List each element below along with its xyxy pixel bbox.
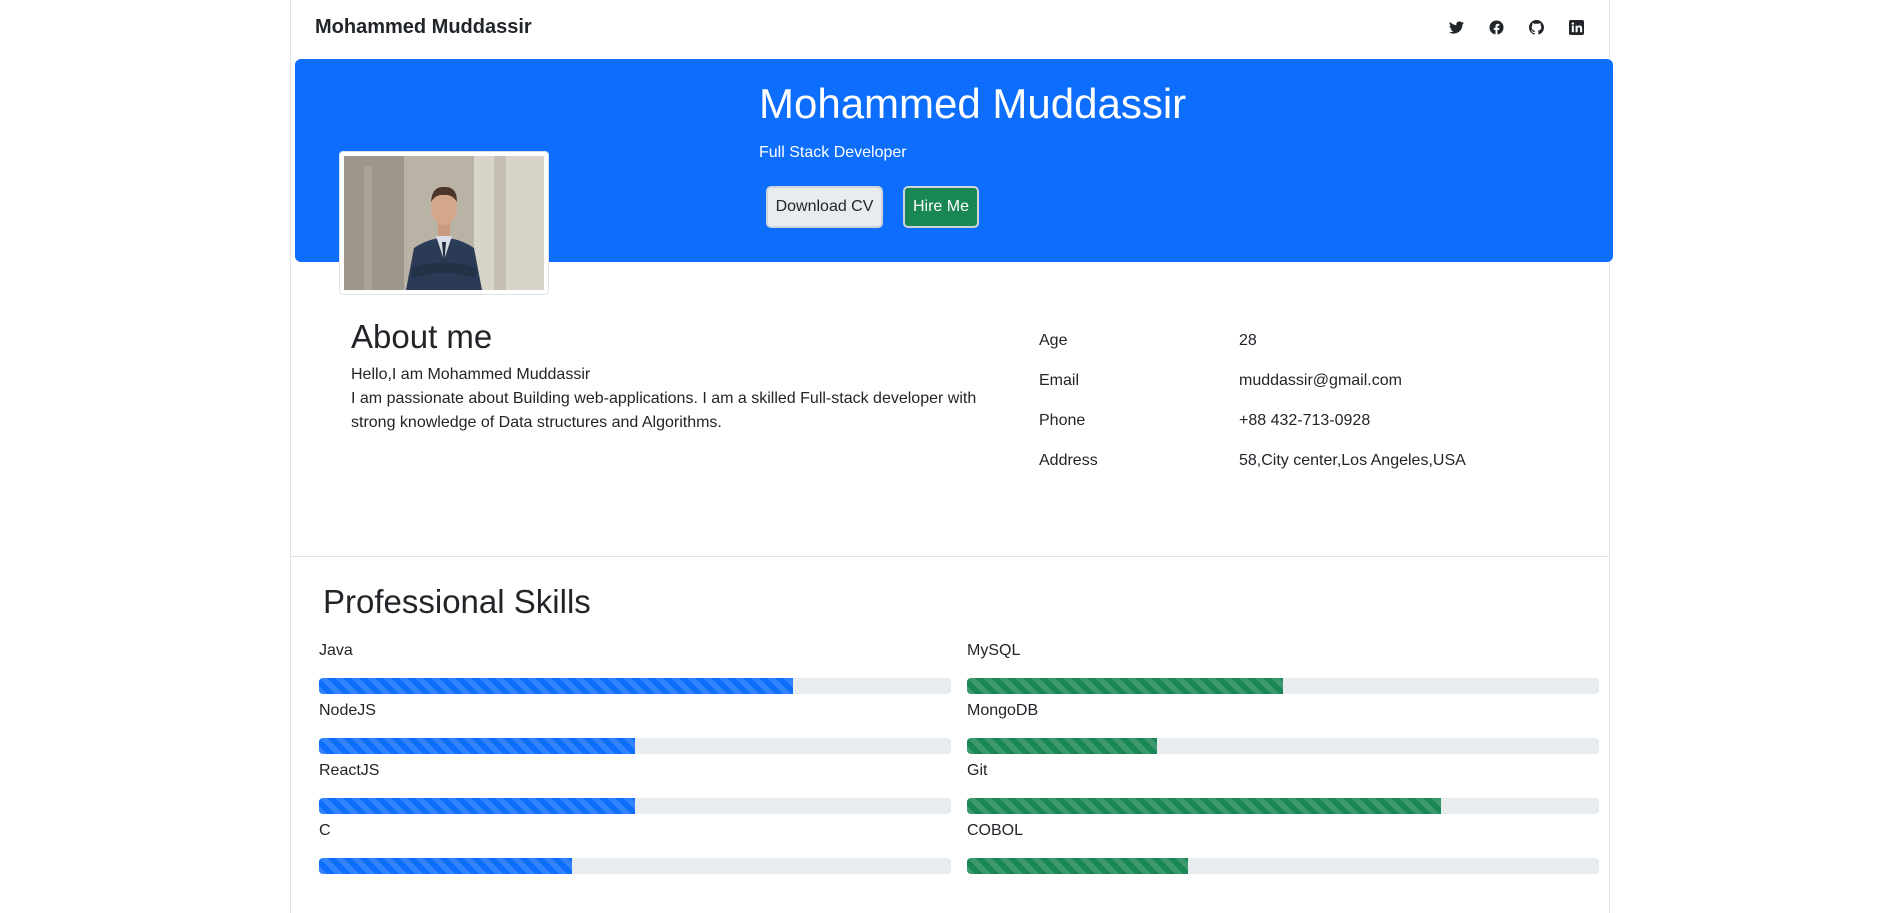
- profile-photo-image: [344, 156, 544, 290]
- info-value: 58,City center,Los Angeles,USA: [1239, 452, 1466, 469]
- github-icon[interactable]: [1527, 18, 1545, 36]
- navbar-brand[interactable]: Mohammed Muddassir: [315, 16, 532, 39]
- info-row-address: Address 58,City center,Los Angeles,USA: [1039, 452, 1579, 492]
- linkedin-icon[interactable]: [1567, 18, 1585, 36]
- skill-item: NodeJS: [319, 702, 951, 762]
- skill-progress-bar: [319, 738, 951, 754]
- skill-progress-bar: [967, 798, 1599, 814]
- twitter-icon[interactable]: [1447, 18, 1465, 36]
- skill-name: ReactJS: [319, 762, 380, 779]
- info-value: muddassir@gmail.com: [1239, 372, 1402, 389]
- skills-right-column: MySQL MongoDB Git COBOL: [967, 642, 1599, 882]
- personal-info: Age 28 Email muddassir@gmail.com Phone +…: [1039, 332, 1579, 492]
- skill-item: Git: [967, 762, 1599, 822]
- info-row-email: Email muddassir@gmail.com: [1039, 372, 1579, 412]
- info-row-phone: Phone +88 432-713-0928: [1039, 412, 1579, 452]
- skill-item: ReactJS: [319, 762, 951, 822]
- skills-title: Professional Skills: [323, 583, 591, 620]
- skill-name: Java: [319, 642, 353, 659]
- skill-name: NodeJS: [319, 702, 376, 719]
- hire-me-button[interactable]: Hire Me: [903, 186, 979, 228]
- skill-name: C: [319, 822, 331, 839]
- skill-progress-fill: [967, 678, 1283, 694]
- skill-item: MongoDB: [967, 702, 1599, 762]
- skill-name: Git: [967, 762, 988, 779]
- about-text: Hello,I am Mohammed Muddassir I am passi…: [351, 363, 991, 435]
- profile-photo: [339, 151, 549, 295]
- skill-progress-bar: [967, 678, 1599, 694]
- skill-progress-fill: [319, 738, 635, 754]
- skill-item: Java: [319, 642, 951, 702]
- skill-progress-fill: [967, 798, 1441, 814]
- info-row-age: Age 28: [1039, 332, 1579, 372]
- about-bio: I am passionate about Building web-appli…: [351, 390, 977, 431]
- skills-left-column: Java NodeJS ReactJS C: [319, 642, 951, 882]
- section-divider: [291, 556, 1609, 557]
- skill-progress-bar: [967, 858, 1599, 874]
- hero-name: Mohammed Muddassir: [759, 80, 1187, 127]
- skill-item: C: [319, 822, 951, 882]
- page-container: Mohammed Muddassir Mohammed Muddassir Fu…: [290, 0, 1613, 913]
- hero-banner: Mohammed Muddassir Full Stack Developer …: [295, 59, 1613, 295]
- about-greeting: Hello,I am Mohammed Muddassir: [351, 366, 591, 383]
- hero-role: Full Stack Developer: [759, 144, 907, 161]
- info-label: Phone: [1039, 412, 1086, 429]
- navbar: Mohammed Muddassir: [291, 0, 1609, 58]
- skill-progress-fill: [319, 858, 572, 874]
- info-value: 28: [1239, 332, 1257, 349]
- info-label: Email: [1039, 372, 1080, 389]
- skill-progress-fill: [967, 738, 1157, 754]
- info-label: Age: [1039, 332, 1068, 349]
- skill-name: MongoDB: [967, 702, 1039, 719]
- download-cv-button[interactable]: Download CV: [766, 186, 883, 228]
- skill-progress-bar: [319, 798, 951, 814]
- skill-progress-bar: [319, 858, 951, 874]
- skill-progress-fill: [967, 858, 1189, 874]
- info-value: +88 432-713-0928: [1239, 412, 1371, 429]
- skill-name: MySQL: [967, 642, 1021, 659]
- skill-progress-fill: [319, 678, 793, 694]
- skill-item: MySQL: [967, 642, 1599, 702]
- skill-item: COBOL: [967, 822, 1599, 882]
- social-links: [1447, 18, 1585, 36]
- skill-name: COBOL: [967, 822, 1024, 839]
- info-label: Address: [1039, 452, 1098, 469]
- skill-progress-fill: [319, 798, 635, 814]
- about-title: About me: [351, 318, 493, 355]
- facebook-icon[interactable]: [1487, 18, 1505, 36]
- skill-progress-bar: [967, 738, 1599, 754]
- skill-progress-bar: [319, 678, 951, 694]
